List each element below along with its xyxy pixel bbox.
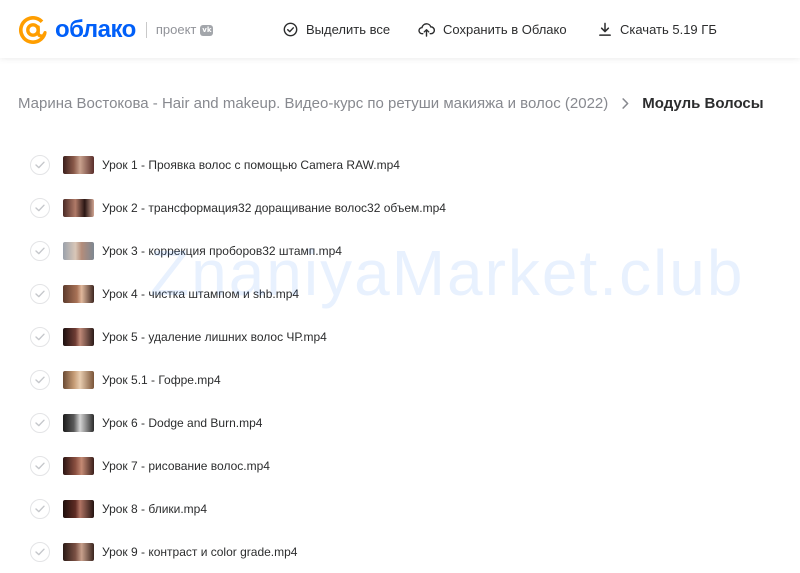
file-row[interactable]: Урок 9 - контраст и color grade.mp4 — [0, 530, 800, 573]
top-header: облако проект vk Выделить все Сохранить … — [0, 0, 800, 58]
select-all-button[interactable]: Выделить все — [283, 0, 390, 58]
file-row[interactable]: Урок 1 - Проявка волос с помощью Camera … — [0, 143, 800, 186]
file-name: Урок 5.1 - Гофре.mp4 — [102, 372, 221, 387]
video-thumbnail — [63, 542, 94, 561]
logo-wordmark: облако — [55, 16, 136, 43]
file-row[interactable]: Урок 5 - удаление лишних волос ЧР.mp4 — [0, 315, 800, 358]
select-checkbox[interactable] — [30, 154, 50, 175]
save-to-cloud-button[interactable]: Сохранить в Облако — [418, 0, 567, 58]
checkmark-icon — [35, 505, 45, 512]
save-to-cloud-label: Сохранить в Облако — [443, 21, 567, 37]
select-checkbox[interactable] — [30, 541, 50, 562]
select-checkbox[interactable] — [30, 326, 50, 347]
select-checkbox[interactable] — [30, 283, 50, 304]
file-name: Урок 7 - рисование волос.mp4 — [102, 458, 270, 473]
video-thumbnail — [63, 413, 94, 432]
download-icon — [599, 22, 611, 36]
checkmark-icon — [35, 462, 45, 469]
video-thumbnail — [63, 327, 94, 346]
video-thumbnail — [63, 284, 94, 303]
download-label: Скачать 5.19 ГБ — [620, 21, 717, 37]
file-row[interactable]: Урок 7 - рисование волос.mp4 — [0, 444, 800, 487]
breadcrumb: Марина Востокова - Hair and makeup. Виде… — [18, 92, 764, 114]
file-row[interactable]: Урок 3 - коррекция проборов32 штамп.mp4 — [0, 229, 800, 272]
checkmark-icon — [35, 290, 45, 297]
select-checkbox[interactable] — [30, 498, 50, 519]
file-name: Урок 2 - трансформация32 доращивание вол… — [102, 200, 446, 215]
file-row[interactable]: Урок 8 - блики.mp4 — [0, 487, 800, 530]
vk-badge: vk — [200, 24, 214, 36]
cloud-logo[interactable]: облако проект vk — [18, 14, 214, 46]
logo-divider — [145, 22, 147, 38]
select-checkbox[interactable] — [30, 369, 50, 390]
checkmark-icon — [35, 247, 45, 254]
video-thumbnail — [63, 198, 94, 217]
video-thumbnail — [63, 456, 94, 475]
at-logo-icon — [19, 16, 47, 44]
file-name: Урок 3 - коррекция проборов32 штамп.mp4 — [102, 243, 342, 258]
video-thumbnail — [63, 370, 94, 389]
checkmark-icon — [35, 204, 45, 211]
file-row[interactable]: Урок 6 - Dodge and Burn.mp4 — [0, 401, 800, 444]
breadcrumb-parent-folder[interactable]: Марина Востокова - Hair and makeup. Виде… — [18, 95, 608, 112]
file-name: Урок 8 - блики.mp4 — [102, 501, 208, 516]
breadcrumb-current-folder: Модуль Волосы — [642, 94, 764, 112]
checkmark-icon — [35, 333, 45, 340]
file-name: Урок 1 - Проявка волос с помощью Camera … — [102, 157, 400, 172]
cloud-upload-icon — [418, 22, 435, 37]
file-row[interactable]: Урок 5.1 - Гофре.mp4 — [0, 358, 800, 401]
check-circle-icon — [283, 22, 298, 36]
checkmark-icon — [35, 376, 45, 383]
file-name: Урок 5 - удаление лишних волос ЧР.mp4 — [102, 329, 327, 344]
video-thumbnail — [63, 155, 94, 174]
checkmark-icon — [35, 419, 45, 426]
file-row[interactable]: Урок 4 - чистка штампом и shb.mp4 — [0, 272, 800, 315]
download-button[interactable]: Скачать 5.19 ГБ — [598, 0, 717, 58]
file-name: Урок 6 - Dodge and Burn.mp4 — [102, 415, 263, 430]
video-thumbnail — [63, 499, 94, 518]
select-checkbox[interactable] — [30, 412, 50, 433]
select-checkbox[interactable] — [30, 455, 50, 476]
checkmark-icon — [35, 161, 45, 168]
select-all-label: Выделить все — [306, 21, 391, 37]
chevron-right-icon — [622, 97, 629, 109]
select-checkbox[interactable] — [30, 240, 50, 261]
project-label: проект — [155, 22, 197, 37]
file-row[interactable]: Урок 2 - трансформация32 доращивание вол… — [0, 186, 800, 229]
video-thumbnail — [63, 241, 94, 260]
file-name: Урок 9 - контраст и color grade.mp4 — [102, 544, 298, 559]
select-checkbox[interactable] — [30, 197, 50, 218]
file-name: Урок 4 - чистка штампом и shb.mp4 — [102, 286, 300, 301]
